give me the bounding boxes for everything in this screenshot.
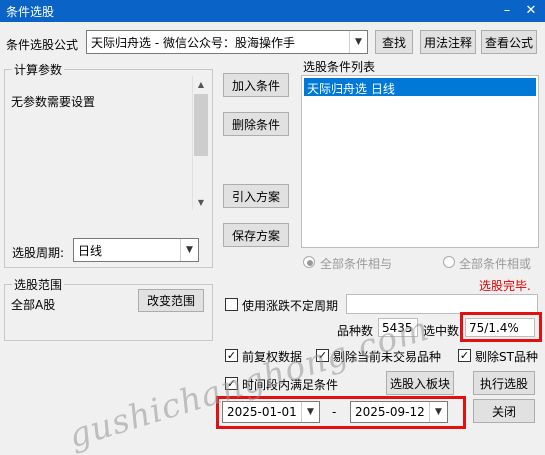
scroll-down-icon[interactable]: ▼ [193,194,209,210]
minimize-icon[interactable]: – [500,4,514,18]
selected-count-highlight [460,312,542,342]
start-date: 2025-01-01 [227,405,297,419]
period-value: 日线 [78,244,103,258]
exclude-st-label: 剔除ST品种 [475,350,538,364]
chevron-down-icon[interactable]: ▼ [349,31,367,53]
chevron-down-icon[interactable]: ▼ [180,239,198,261]
change-range-button[interactable]: 改变范围 [138,289,204,312]
range-value: 全部A股 [11,298,56,312]
fuquan-checkbox[interactable]: ✓ [225,349,238,362]
condition-list-label: 选股条件列表 [303,60,376,74]
variable-period-field[interactable] [346,294,538,314]
range-legend: 选股范围 [12,276,65,293]
to-block-button[interactable]: 选股入板块 [386,371,454,395]
title-bar: 条件选股 – ✕ [0,0,545,22]
variable-period-checkbox[interactable] [225,298,238,311]
period-label: 选股周期: [12,246,65,260]
and-radio[interactable] [303,256,315,268]
params-text: 无参数需要设置 [11,95,96,109]
add-condition-button[interactable]: 加入条件 [223,73,289,97]
end-date-picker[interactable]: 2025-09-12 ▼ [350,401,448,423]
params-scrollbar[interactable]: ▲ ▼ [192,76,209,210]
condition-list[interactable]: 天际归舟选 日线 [301,75,539,248]
save-plan-button[interactable]: 保存方案 [223,223,289,247]
scroll-up-icon[interactable]: ▲ [193,76,209,92]
list-item[interactable]: 天际归舟选 日线 [304,78,536,96]
formula-label: 条件选股公式 [6,38,79,52]
params-legend: 计算参数 [12,61,65,78]
close-icon[interactable]: ✕ [524,4,538,18]
view-formula-button[interactable]: 查看公式 [481,30,537,54]
status-text: 选股完毕. [479,279,531,293]
end-date: 2025-09-12 [355,405,425,419]
import-plan-button[interactable]: 引入方案 [223,184,289,208]
delete-condition-button[interactable]: 删除条件 [223,112,289,136]
chevron-down-icon[interactable]: ▼ [429,402,447,422]
execute-button[interactable]: 执行选股 [473,371,535,395]
or-radio[interactable] [443,256,455,268]
close-button[interactable]: 关闭 [473,399,535,423]
chevron-down-icon[interactable]: ▼ [301,402,319,422]
or-label: 全部条件相或 [459,257,532,271]
window-title: 条件选股 [6,5,55,19]
exclude-st-checkbox[interactable]: ✓ [458,349,471,362]
date-separator: - [332,405,337,419]
and-label: 全部条件相与 [320,257,393,271]
variable-period-label: 使用涨跌不定周期 [242,299,339,313]
formula-value: 天际归舟选 - 微信公众号：股海操作手 [91,36,295,50]
formula-select[interactable]: 天际归舟选 - 微信公众号：股海操作手 ▼ [86,30,368,54]
find-button[interactable]: 查找 [375,30,413,54]
period-select[interactable]: 日线 ▼ [73,238,199,262]
usage-button[interactable]: 用法注释 [420,30,476,54]
scroll-thumb[interactable] [194,94,208,156]
